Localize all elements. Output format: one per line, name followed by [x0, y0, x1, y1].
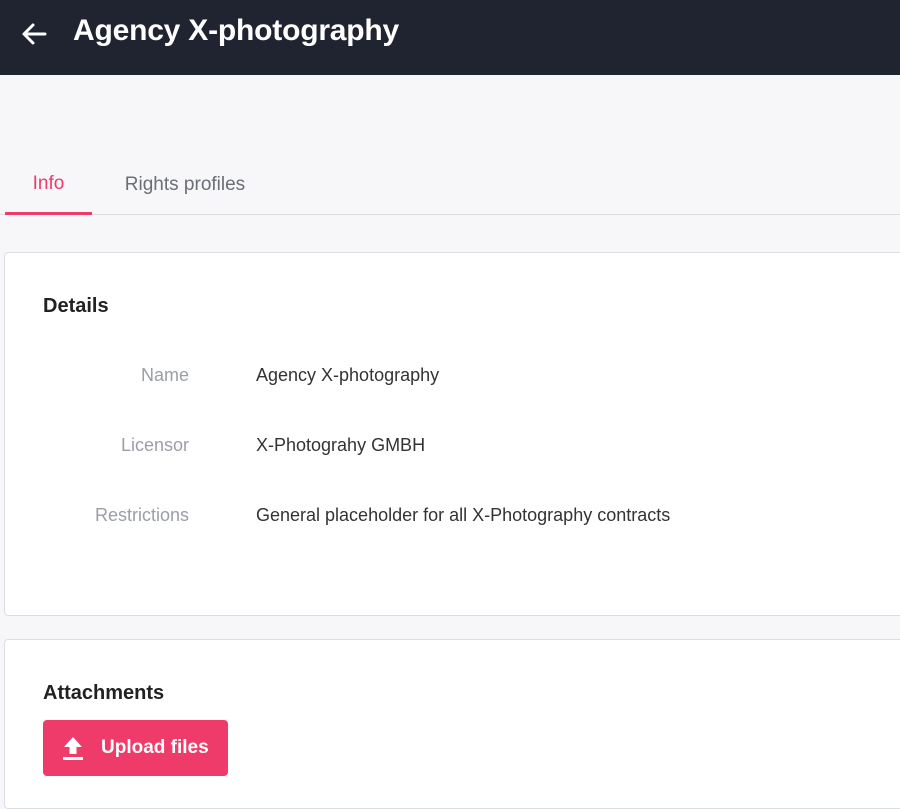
licensor-label: Licensor	[120, 435, 189, 455]
top-bar: Agency X-photography	[0, 0, 900, 75]
upload-files-label: Upload files	[101, 737, 209, 758]
upload-icon	[61, 734, 85, 762]
field-row-restrictions: Restrictions General placeholder for all…	[5, 505, 865, 531]
arrow-left-icon	[22, 23, 47, 45]
restrictions-value: General placeholder for all X-Photograph…	[256, 505, 671, 525]
page-title: Agency X-photography	[73, 14, 400, 47]
attachments-title: Attachments	[43, 682, 165, 704]
attachments-card: Attachments Upload files	[4, 639, 900, 809]
restrictions-label: Restrictions	[94, 505, 189, 525]
tab-bar: Info Rights profiles	[0, 155, 900, 215]
field-row-licensor: Licensor X-Photograhy GMBH	[5, 435, 865, 461]
tab-rights-profiles[interactable]: Rights profiles	[100, 155, 270, 215]
name-label: Name	[140, 365, 189, 385]
details-title: Details	[43, 295, 109, 317]
upload-files-button[interactable]: Upload files	[43, 720, 228, 776]
name-value: Agency X-photography	[256, 365, 440, 385]
details-card: Details Name Agency X-photography Licens…	[4, 252, 900, 616]
tab-info[interactable]: Info	[5, 155, 92, 215]
licensor-value: X-Photograhy GMBH	[256, 435, 426, 455]
back-button[interactable]	[16, 16, 52, 52]
field-row-name: Name Agency X-photography	[5, 365, 865, 391]
